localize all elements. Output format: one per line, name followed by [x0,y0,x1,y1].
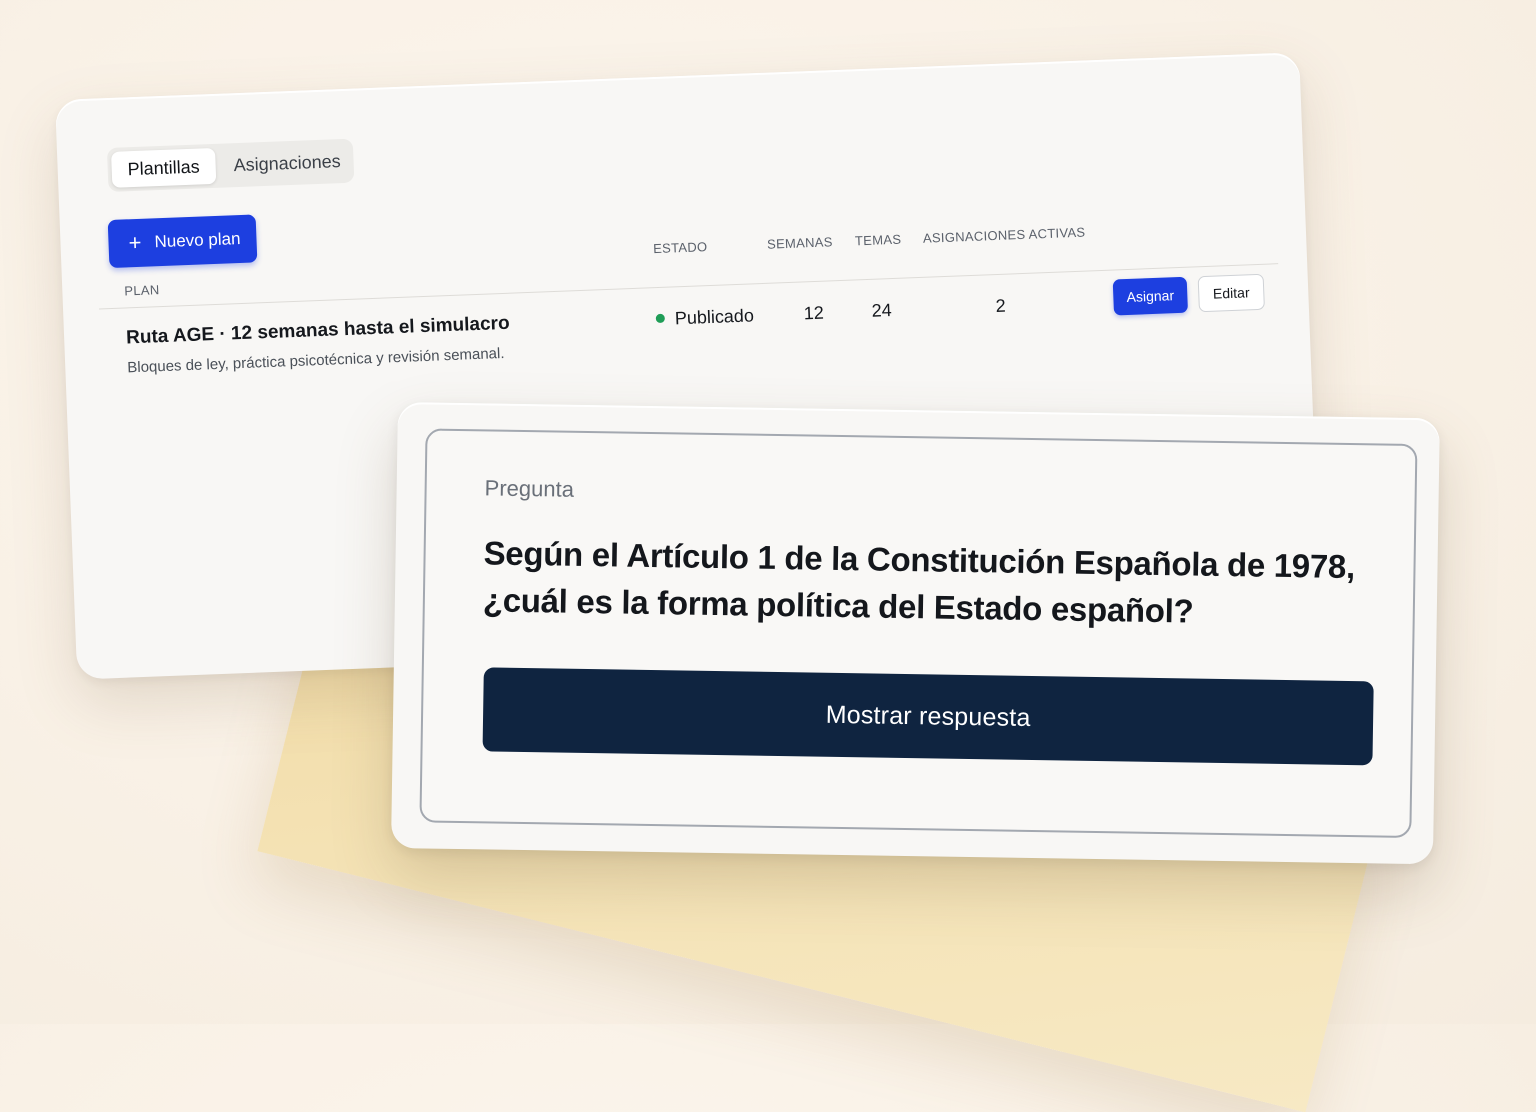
column-header-asignaciones-activas: ASIGNACIONES ACTIVAS [922,224,1086,246]
table-row: Ruta AGE · 12 semanas hasta el simulacro… [55,52,1299,376]
cell-semanas: 12 [803,302,825,324]
cell-temas: 24 [871,300,893,321]
question-card: Pregunta Según el Artículo 1 de la Const… [390,402,1440,865]
status-dot-icon [655,313,665,323]
assign-button[interactable]: Asignar [1112,276,1188,316]
status-badge: Publicado [655,305,754,330]
question-text: Según el Artículo 1 de la Constitución E… [482,534,1356,630]
table-header-divider [99,263,1279,310]
tab-asignaciones[interactable]: Asignaciones [233,143,341,183]
question-card-inner: Pregunta Según el Artículo 1 de la Const… [419,428,1418,838]
new-plan-button[interactable]: + Nuevo plan [107,214,258,269]
status-label: Publicado [674,305,755,329]
column-header-temas: TEMAS [854,231,902,249]
plan-subtitle: Bloques de ley, práctica psicotécnica y … [127,344,505,377]
question-label: Pregunta [484,475,575,502]
column-header-plan: PLAN [124,282,160,299]
plan-title[interactable]: Ruta AGE · 12 semanas hasta el simulacro [126,313,510,350]
edit-button[interactable]: Editar [1197,273,1265,313]
plus-icon: + [128,229,142,256]
column-header-semanas: SEMANAS [766,234,833,252]
tab-bar: Plantillas Asignaciones [106,138,355,193]
show-answer-button[interactable]: Mostrar respuesta [482,667,1374,766]
cell-asignaciones-activas: 2 [995,295,1006,317]
new-plan-label: Nuevo plan [154,228,241,252]
tab-plantillas[interactable]: Plantillas [111,147,217,188]
column-header-estado: ESTADO [652,239,708,257]
